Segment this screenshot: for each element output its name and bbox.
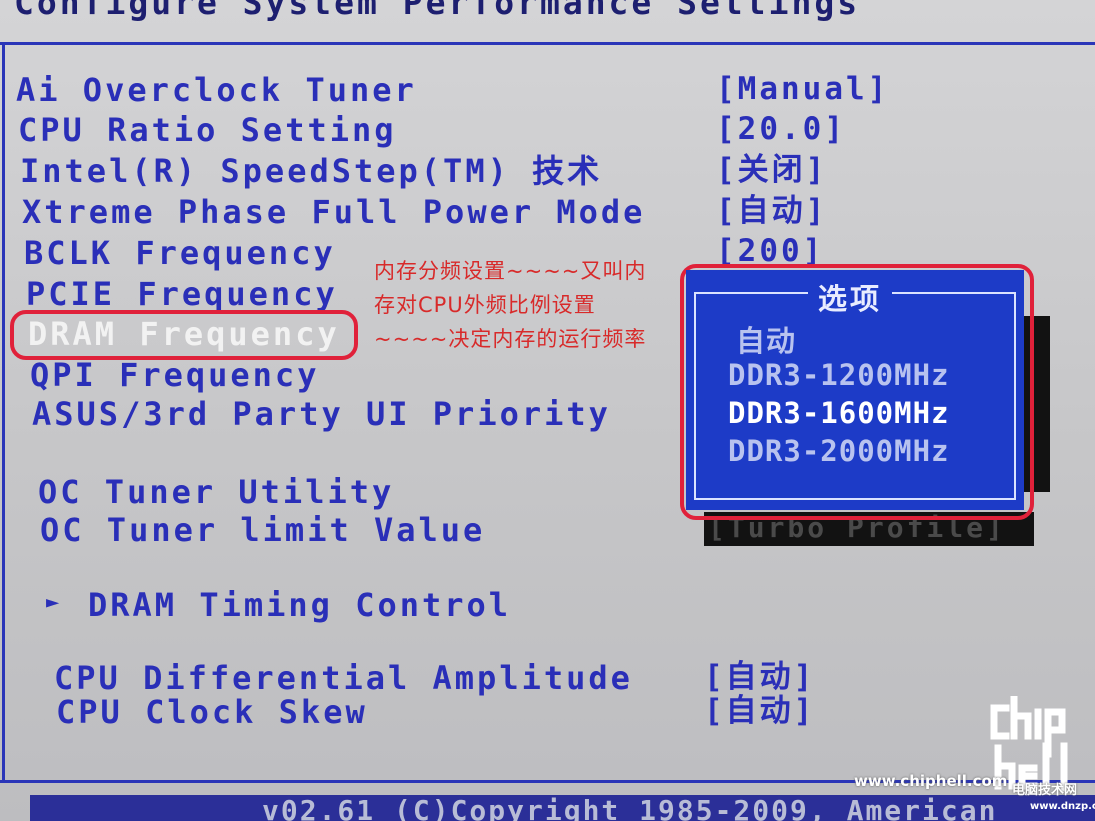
submenu-arrow-icon: ►: [46, 590, 63, 615]
setting-cpu-ratio[interactable]: CPU Ratio Setting: [18, 114, 397, 146]
value-bclk-frequency[interactable]: [200]: [716, 236, 824, 267]
left-border: [2, 42, 5, 782]
value-speedstep[interactable]: [关闭]: [716, 155, 827, 186]
options-popup: 选项 自动 DDR3-1200MHz DDR3-1600MHz DDR3-200…: [686, 270, 1024, 510]
option-ddr3-1600[interactable]: DDR3-1600MHz: [728, 396, 950, 430]
top-divider: [0, 42, 1095, 45]
submenu-dram-timing[interactable]: DRAM Timing Control: [88, 589, 511, 621]
setting-xtreme-phase[interactable]: Xtreme Phase Full Power Mode: [22, 196, 645, 228]
popup-title: 选项: [808, 276, 893, 318]
value-xtreme-phase[interactable]: [自动]: [716, 196, 827, 227]
setting-oc-tuner-limit[interactable]: OC Tuner limit Value: [40, 514, 485, 546]
watermark-url: www.chiphell.com: [854, 772, 1008, 790]
option-auto[interactable]: 自动: [736, 318, 796, 360]
value-cpu-diff-amplitude[interactable]: [自动]: [704, 662, 815, 693]
setting-oc-tuner-utility[interactable]: OC Tuner Utility: [38, 476, 394, 508]
bios-screen: Configure System Performance Settings Ai…: [0, 0, 1095, 821]
page-title: Configure System Performance Settings: [14, 0, 861, 22]
setting-qpi-frequency[interactable]: QPI Frequency: [30, 359, 319, 391]
watermark-site-name: 电脑技术网: [1012, 783, 1078, 798]
value-ai-overclock-tuner[interactable]: [Manual]: [716, 74, 889, 105]
copyright-footer: v02.61 (C)Copyright 1985-2009, American: [262, 794, 998, 821]
dram-frequency-highlight-ring: [10, 310, 358, 360]
setting-bclk-frequency[interactable]: BCLK Frequency: [24, 237, 336, 269]
setting-cpu-diff-amplitude[interactable]: CPU Differential Amplitude: [54, 662, 633, 694]
option-ddr3-1200[interactable]: DDR3-1200MHz: [728, 358, 950, 392]
setting-ui-priority[interactable]: ASUS/3rd Party UI Priority: [32, 398, 611, 430]
annotation-note: 内存分频设置~~~~又叫内存对CPU外频比例设置~~~~决定内存的运行频率: [374, 259, 647, 351]
option-ddr3-2000[interactable]: DDR3-2000MHz: [728, 434, 950, 468]
setting-ai-overclock-tuner[interactable]: Ai Overclock Tuner: [16, 74, 417, 106]
setting-cpu-clock-skew[interactable]: CPU Clock Skew: [56, 696, 368, 728]
watermark-site-url: www.dnzp.com: [1030, 801, 1095, 812]
value-cpu-clock-skew[interactable]: [自动]: [704, 696, 815, 727]
value-cpu-ratio[interactable]: [20.0]: [716, 114, 846, 145]
setting-pcie-frequency[interactable]: PCIE Frequency: [26, 278, 338, 310]
setting-speedstep[interactable]: Intel(R) SpeedStep(TM) 技术: [20, 155, 602, 187]
